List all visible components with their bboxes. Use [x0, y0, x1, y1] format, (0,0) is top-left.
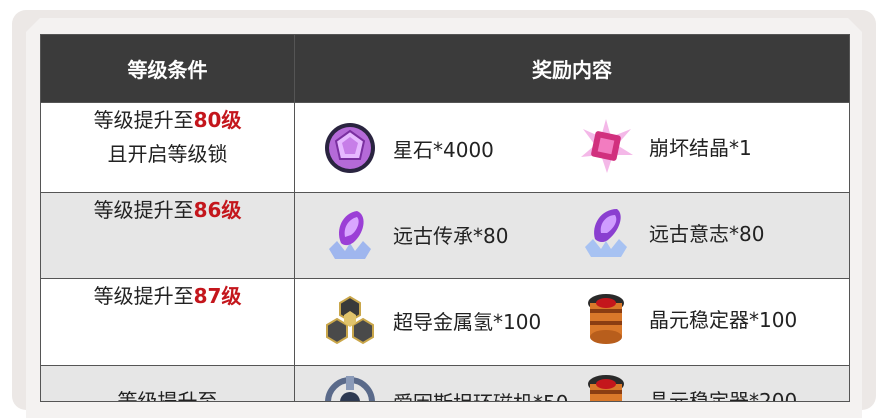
reward-item[interactable]: 远古传承*80 [321, 205, 508, 263]
einstein-ring-magnet-icon [325, 376, 375, 401]
condition-text: 等级提升至 [93, 108, 194, 132]
reward-label: 远古传承*80 [393, 223, 509, 248]
reward-cell: 超导金属氢*100 晶元稳定器*100 [295, 279, 849, 365]
reward-item[interactable]: 崩坏结晶*1 [577, 117, 752, 175]
condition-cell: 等级提升至80级 且开启等级锁 [41, 103, 295, 192]
superconductive-hydride-icon [326, 295, 374, 345]
ancient-will-icon [585, 209, 627, 257]
condition-cell: 等级提升至 [41, 366, 295, 402]
reward-item[interactable]: 爱因斯坦环磁机*50 [321, 372, 568, 401]
crystal-stabilizer-icon [588, 375, 624, 401]
reward-label: 晶元稳定器*200 [649, 388, 798, 402]
reward-label: 远古意志*80 [649, 221, 765, 246]
reward-item[interactable]: 远古意志*80 [577, 203, 764, 261]
ancient-legacy-icon [329, 211, 371, 259]
collapse-crystal-icon [581, 119, 633, 173]
level-reward-table: 等级条件 奖励内容 等级提升至80级 且开启等级锁 星石*4000 崩坏结晶*1… [40, 34, 850, 402]
condition-text: 等级提升至 [93, 198, 194, 222]
reward-label: 晶元稳定器*100 [649, 307, 798, 332]
crystal-stabilizer-icon [588, 294, 624, 344]
reward-cell: 爱因斯坦环磁机*50 晶元稳定器*200 [295, 366, 849, 402]
condition-text: 等级提升至 [93, 284, 194, 308]
header-reward: 奖励内容 [532, 58, 612, 82]
condition-level: 86级 [193, 198, 242, 222]
condition-cell: 等级提升至87级 [41, 279, 295, 365]
table-row: 等级提升至86级 远古传承*80 远古意志*80 [41, 193, 849, 279]
reward-item[interactable]: 晶元稳定器*200 [577, 370, 798, 402]
condition-level: 87级 [193, 284, 242, 308]
reward-label: 崩坏结晶*1 [649, 135, 752, 160]
reward-item[interactable]: 超导金属氢*100 [321, 291, 541, 349]
reward-item[interactable]: 晶元稳定器*100 [577, 289, 797, 347]
table-row: 等级提升至87级 超导金属氢*100 晶元稳定器*100 [41, 279, 849, 366]
header-condition: 等级条件 [41, 35, 295, 102]
reward-cell: 远古传承*80 远古意志*80 [295, 193, 849, 278]
condition-level: 80级 [193, 108, 242, 132]
table-row: 等级提升至80级 且开启等级锁 星石*4000 崩坏结晶*1 [41, 103, 849, 193]
condition-extra: 且开启等级锁 [107, 142, 228, 166]
star-stone-icon [325, 123, 375, 173]
condition-cell: 等级提升至86级 [41, 193, 295, 278]
reward-label: 超导金属氢*100 [393, 309, 542, 334]
reward-item[interactable]: 星石*4000 [321, 119, 494, 177]
reward-label: 星石*4000 [393, 137, 494, 162]
table-row: 等级提升至 爱因斯坦环磁机*50 晶元稳定器 [41, 366, 849, 402]
table-header: 等级条件 奖励内容 [41, 35, 849, 103]
reward-cell: 星石*4000 崩坏结晶*1 [295, 103, 849, 192]
condition-text: 等级提升至 [117, 389, 218, 402]
